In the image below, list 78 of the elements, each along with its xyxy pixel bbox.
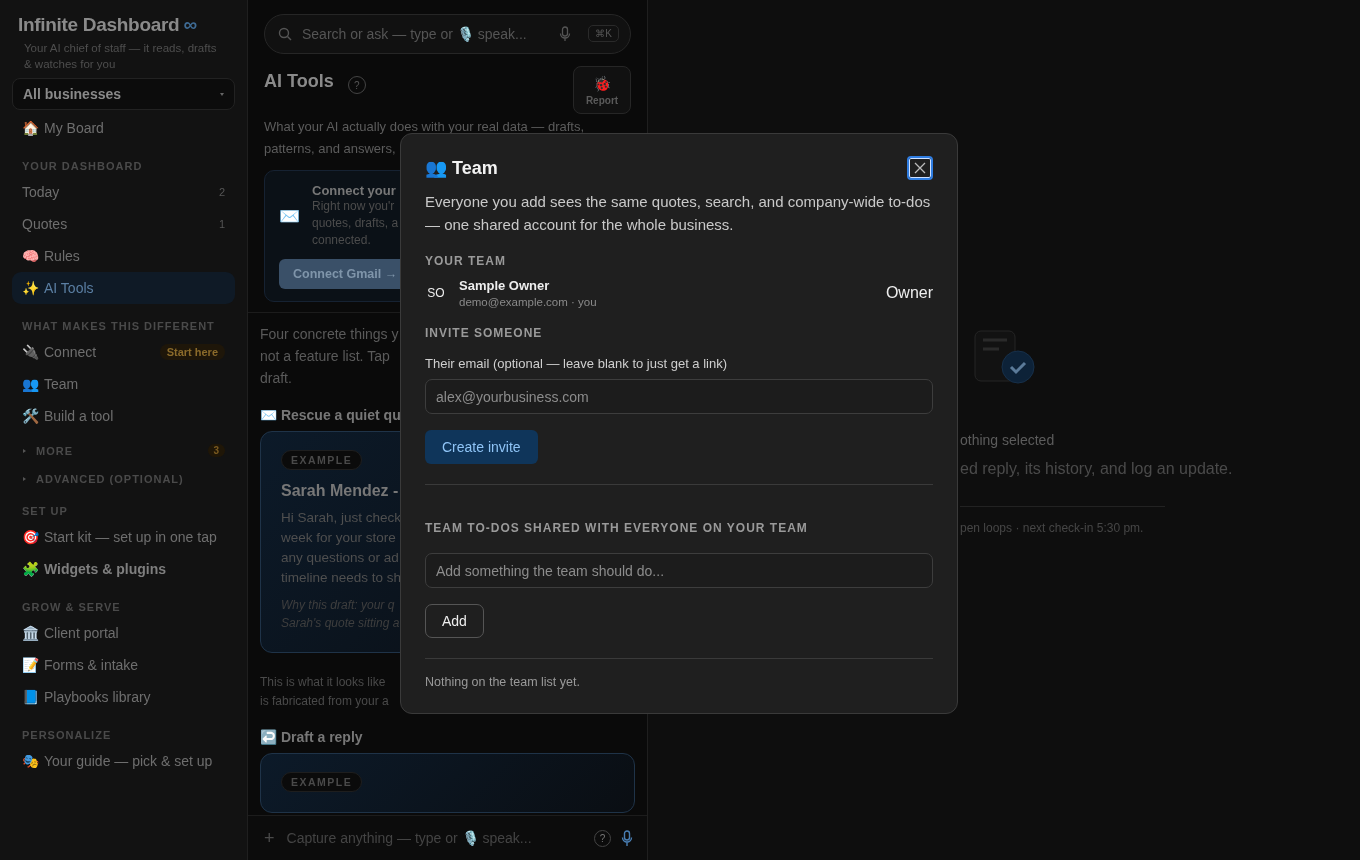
count: 1 <box>218 218 225 230</box>
lead-text: draft. <box>260 369 292 388</box>
search-icon <box>278 27 292 41</box>
section-title: ✉ Rescue a quiet qu <box>260 407 402 423</box>
example-badge: EXAMPLE <box>281 772 363 792</box>
card-text: connected. <box>312 232 371 249</box>
card-title: Connect your <box>312 183 397 198</box>
draft-text: Hi Sarah, just check <box>281 509 402 527</box>
dialog-description: Everyone you add sees the same quotes, search, and company-wide to-dos — one shared account for the whole business. <box>425 192 932 235</box>
nav-item[interactable]: ✨ AI Tools <box>12 272 235 304</box>
draft-text: timeline needs to sh <box>281 569 402 587</box>
section-heading: INVITE SOMEONE <box>425 326 544 340</box>
nav-item[interactable]: 📝 Forms & intake <box>12 649 235 681</box>
caret-icon <box>220 92 224 96</box>
section-heading: PERSONALIZE <box>21 728 113 743</box>
section-heading: SET UP <box>21 504 69 519</box>
section-heading: GROW & SERVE <box>21 600 122 615</box>
nav-item[interactable]: 🛠 Build a tool <box>12 400 235 432</box>
intro-text: patterns, and answers, <box>264 140 396 158</box>
member-role: Owner <box>885 284 933 302</box>
nav-item[interactable]: 🏛 Client portal <box>12 617 235 649</box>
page-title: AI Tools <box>264 71 334 92</box>
nav-item[interactable]: 🎯 Start kit — set up in one tap <box>12 521 235 553</box>
nav-item[interactable]: Today 2 <box>12 176 235 208</box>
member-name: Sample Owner <box>459 278 551 293</box>
empty-list-text: Nothing on the team list yet. <box>425 675 581 689</box>
count: 2 <box>218 186 225 198</box>
count-badge: 3 <box>208 444 225 457</box>
section-heading: WHAT MAKES THIS DIFFERENT <box>21 319 216 334</box>
nav-item[interactable]: 🏠 My Board <box>12 112 235 144</box>
empty-state-text: ed reply, its history, and log an update. <box>960 460 1233 478</box>
app-title: Infinite Dashboard <box>18 14 180 36</box>
todo-input[interactable]: Add something the team should do... <box>425 553 933 588</box>
nav-item[interactable]: Quotes 1 <box>12 208 235 240</box>
add-button[interactable]: Add <box>425 604 484 638</box>
card-title: Sarah Mendez - <box>281 482 400 500</box>
draft-text: week for your store <box>281 529 396 547</box>
tagline: Your AI chief of staff — it reads, drafts & watches for you <box>23 41 218 72</box>
section-heading: TEAM TO-DOS SHARED WITH EVERYONE ON YOUR TEAM <box>425 521 809 535</box>
card-text: Right now you'r <box>312 198 395 215</box>
nav-item[interactable]: 📘 Playbooks library <box>12 681 235 713</box>
section-heading: YOUR TEAM <box>425 254 507 268</box>
draft-text: any questions or ad <box>281 549 399 567</box>
nav-item[interactable]: 🔌 Connect Start here <box>12 336 235 368</box>
microphone-icon[interactable] <box>559 26 571 42</box>
nav-item[interactable]: 🧠 Rules <box>12 240 235 272</box>
shortcut-hint: ⌘K <box>588 25 619 42</box>
close-button[interactable] <box>907 156 933 180</box>
card-text: quotes, drafts, a <box>312 215 399 232</box>
member-email: demo@example.com · you <box>459 296 598 308</box>
close-icon <box>914 162 926 174</box>
section-title: ↩ Draft a reply <box>260 729 364 745</box>
caret-icon <box>22 448 26 453</box>
example-badge: EXAMPLE <box>281 450 363 470</box>
intro-text: What your AI actually does with your real data — drafts, <box>264 118 585 136</box>
business-select[interactable]: All businesses <box>12 78 235 110</box>
avatar-initials: SO <box>426 286 446 300</box>
capture-input[interactable]: Capture anything — type or 🎙 speak... <box>284 829 584 847</box>
field-label: Their email (optional — leave blank to just get a link) <box>425 356 729 371</box>
nav-item[interactable]: 👥 Team <box>12 368 235 400</box>
caret-icon <box>22 477 26 481</box>
infinity-mark: ∞ <box>183 14 197 36</box>
document-check-icon <box>974 330 1036 386</box>
caption-text: This is what it looks like is fabricated from your a <box>260 674 389 710</box>
start-here-badge: Start here <box>159 344 225 360</box>
collapsible-section[interactable]: MORE 3 <box>12 432 235 461</box>
report-button[interactable]: 🐞 Report <box>573 66 631 114</box>
nav-item[interactable]: 🧩 Widgets & plugins <box>12 553 235 585</box>
microphone-icon[interactable] <box>621 829 633 847</box>
email-input[interactable]: alex@yourbusiness.com <box>425 379 933 414</box>
lead-text: Four concrete things y <box>260 325 399 344</box>
envelope-icon: ✉ <box>279 205 300 227</box>
lead-text: not a feature list. Tap <box>260 347 390 366</box>
section-heading: YOUR DASHBOARD <box>21 159 144 174</box>
create-invite-button[interactable]: Create invite <box>425 430 538 464</box>
empty-state-title: othing selected <box>960 432 1055 448</box>
nav-item[interactable]: 🎭 Your guide — pick & set up <box>12 745 235 777</box>
dialog-title: 👥 Team <box>425 157 498 179</box>
